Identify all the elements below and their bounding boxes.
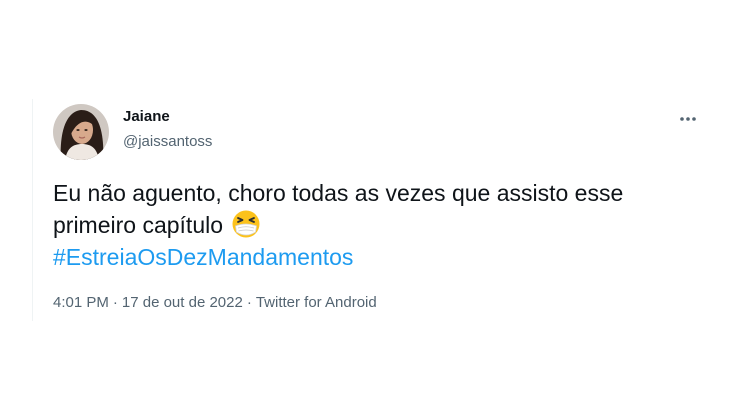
tweet-card: Jaiane @jaissantoss Eu não aguento, chor…: [32, 99, 728, 321]
user-handle[interactable]: @jaissantoss: [123, 133, 212, 150]
meta-separator: ·: [112, 294, 118, 311]
face-with-mask-emoji-icon: [231, 209, 261, 239]
tweet-date[interactable]: 17 de out de 2022: [122, 294, 243, 311]
tweet-text-line1: Eu não aguento, choro todas as vezes que…: [53, 180, 624, 206]
tweet-source[interactable]: Twitter for Android: [256, 294, 377, 311]
tweet-text: Eu não aguento, choro todas as vezes que…: [53, 177, 713, 273]
display-name[interactable]: Jaiane: [123, 108, 170, 125]
avatar[interactable]: [53, 104, 109, 160]
tweet-text-line2: primeiro capítulo: [53, 212, 224, 238]
more-horizontal-icon[interactable]: [674, 109, 702, 129]
meta-separator: ·: [246, 294, 252, 311]
tweet-time[interactable]: 4:01 PM: [53, 294, 109, 311]
tweet-meta: 4:01 PM · 17 de out de 2022 · Twitter for An…: [53, 294, 377, 311]
hashtag-link[interactable]: #EstreiaOsDezMandamentos: [53, 244, 353, 270]
